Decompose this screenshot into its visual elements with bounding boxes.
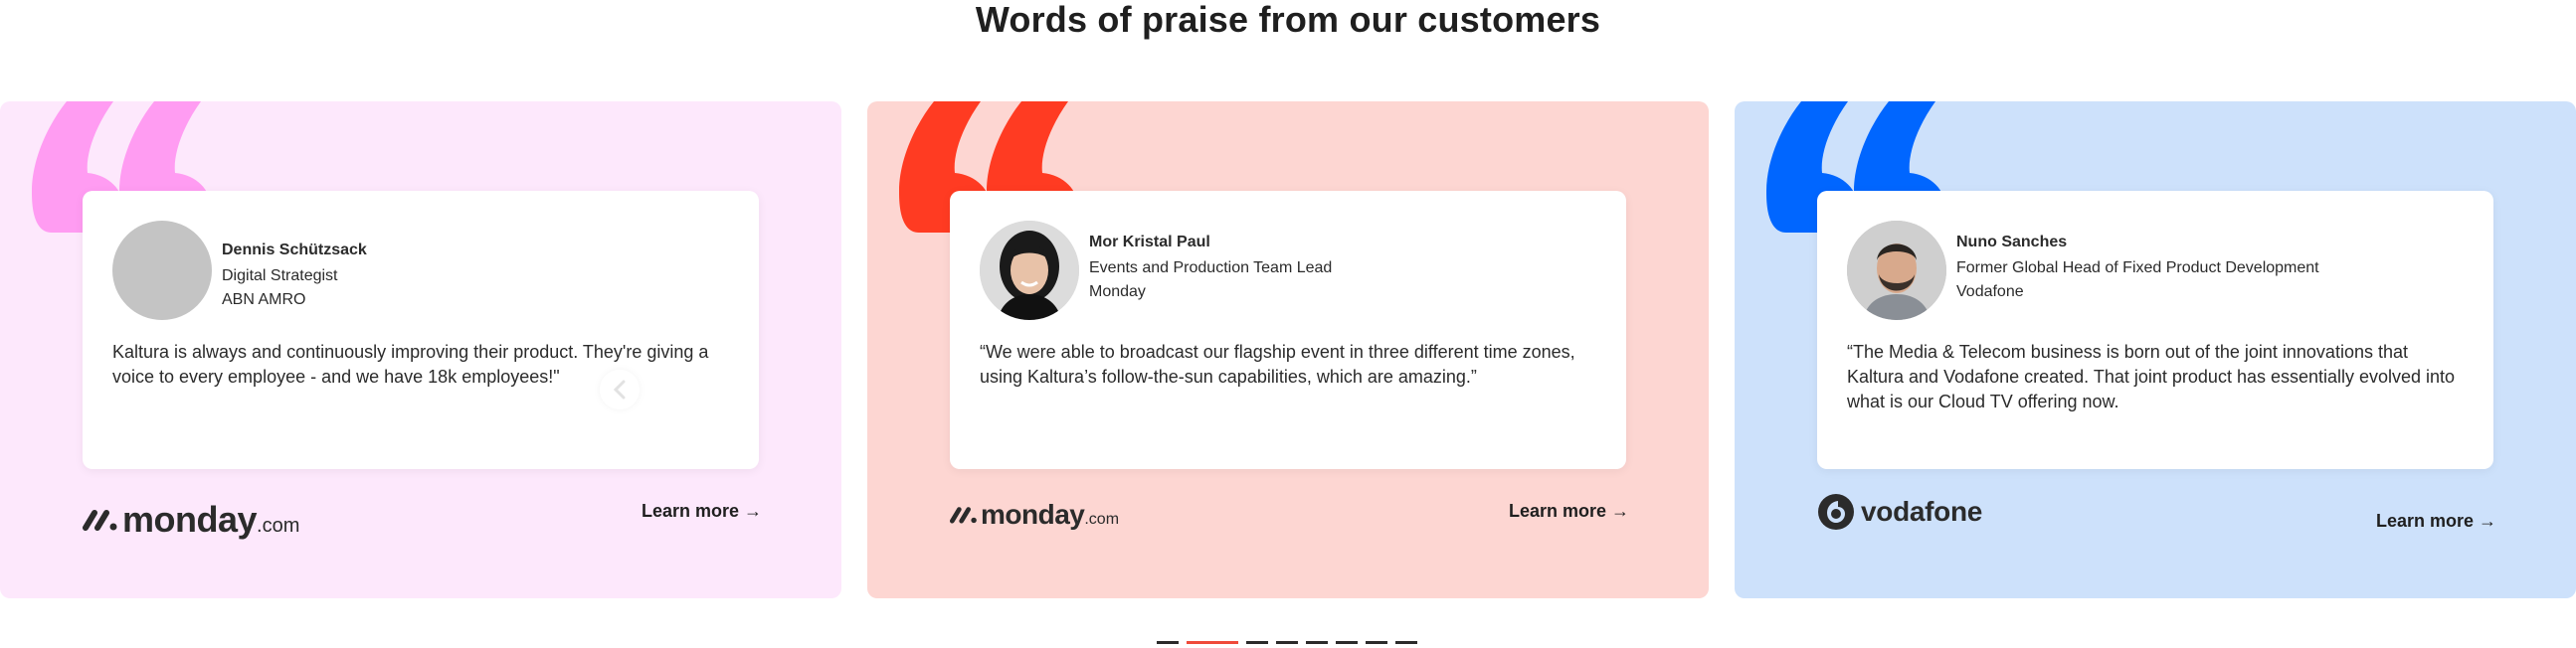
avatar-placeholder xyxy=(112,221,212,320)
logo-suffix: .com xyxy=(257,514,300,537)
learn-more-link[interactable]: Learn more → xyxy=(1509,501,1629,522)
monday-logo-icon xyxy=(83,510,117,531)
carousel-dot[interactable] xyxy=(1395,641,1417,644)
carousel-dot[interactable] xyxy=(1366,641,1387,644)
carousel-dot[interactable] xyxy=(1246,641,1268,644)
carousel-dot[interactable] xyxy=(1306,641,1328,644)
logo-wordmark: monday xyxy=(981,499,1085,530)
avatar-photo xyxy=(1847,221,1946,320)
testimonial-inner-card: Dennis Schützsack Digital Strategist ABN… xyxy=(83,191,759,469)
testimonial-inner-card: Mor Kristal Paul Events and Production T… xyxy=(950,191,1626,469)
logo-wordmark: monday xyxy=(122,499,258,540)
learn-more-link[interactable]: Learn more → xyxy=(642,501,762,522)
person-name: Nuno Sanches xyxy=(1956,234,2068,250)
carousel-dot[interactable] xyxy=(1187,641,1238,644)
vodafone-logo-icon xyxy=(1818,494,1854,530)
person-company: Vodafone xyxy=(1956,283,2024,300)
logo-wordmark: vodafone xyxy=(1861,496,1983,527)
page-title: Words of praise from our customers xyxy=(975,0,1601,40)
person-name: Dennis Schützsack xyxy=(222,242,367,258)
chevron-left-icon xyxy=(613,380,626,400)
avatar-photo xyxy=(980,221,1079,320)
monday-logo: monday .com xyxy=(83,499,299,541)
learn-more-link[interactable]: Learn more → xyxy=(2376,511,2496,532)
person-role: Former Global Head of Fixed Product Deve… xyxy=(1956,259,2319,276)
person-company: Monday xyxy=(1089,283,1146,300)
testimonial-quote: “The Media & Telecom business is born ou… xyxy=(1847,342,2456,411)
carousel-dot[interactable] xyxy=(1336,641,1358,644)
logo-suffix: .com xyxy=(1084,511,1120,528)
person-role: Events and Production Team Lead xyxy=(1089,259,1333,276)
testimonial-card-dennis: Dennis Schützsack Digital Strategist ABN… xyxy=(0,101,841,598)
testimonial-inner-card: Nuno Sanches Former Global Head of Fixed… xyxy=(1817,191,2493,469)
person-role: Digital Strategist xyxy=(222,267,338,284)
monday-logo-icon xyxy=(950,507,977,524)
carousel-prev-button[interactable] xyxy=(600,370,640,409)
testimonial-quote: “We were able to broadcast our flagship … xyxy=(980,342,1575,387)
testimonial-card-nuno: Nuno Sanches Former Global Head of Fixed… xyxy=(1735,101,2576,598)
carousel-dot[interactable] xyxy=(1276,641,1298,644)
vodafone-logo: vodafone xyxy=(1817,493,1982,531)
person-company: ABN AMRO xyxy=(222,291,306,308)
testimonial-card-mor: Mor Kristal Paul Events and Production T… xyxy=(867,101,1709,598)
person-name: Mor Kristal Paul xyxy=(1089,234,1210,250)
carousel-dot[interactable] xyxy=(1157,641,1179,644)
monday-logo: monday .com xyxy=(950,499,1119,531)
carousel-pagination xyxy=(1157,641,1417,645)
